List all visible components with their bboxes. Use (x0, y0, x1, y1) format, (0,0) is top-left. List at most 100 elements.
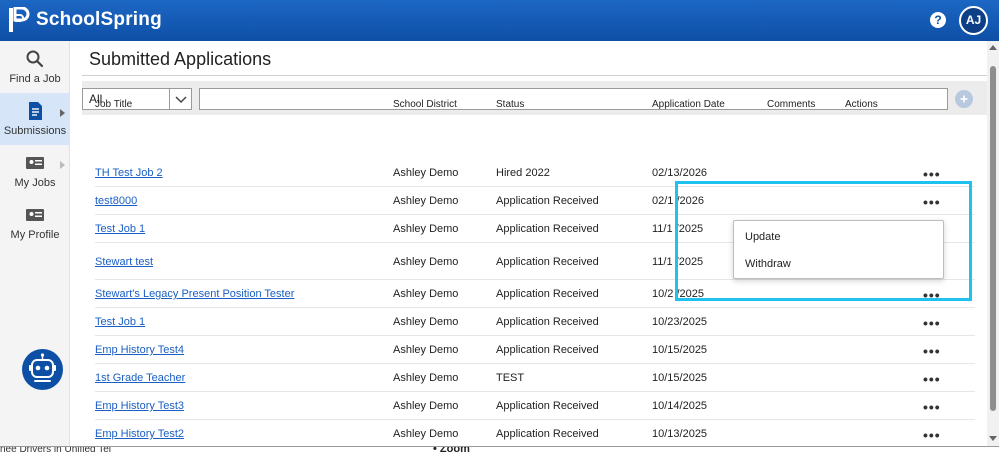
status-text: TEST (496, 372, 525, 384)
search-icon (26, 50, 44, 68)
sidebar-item-submissions[interactable]: Submissions (0, 93, 70, 145)
school-district: Ashley Demo (393, 400, 459, 412)
scroll-down-arrow-icon[interactable] (989, 436, 997, 441)
sidebar-item-my-jobs[interactable]: My Jobs (0, 145, 70, 197)
table-row: TH Test Job 2 Ashley Demo Hired 2022 02/… (95, 159, 975, 187)
application-date: 10/15/2025 (652, 344, 708, 356)
scrollbar-thumb[interactable] (990, 66, 996, 411)
sidebar-item-label: Submissions (3, 125, 67, 137)
menu-item-withdraw[interactable]: Withdraw (745, 258, 791, 270)
application-date: 11/1 /2025 (652, 256, 704, 268)
id-card-icon (26, 209, 44, 221)
status-text: Application Received (496, 316, 599, 328)
table-row: Emp History Test3 Ashley Demo Applicatio… (95, 392, 975, 420)
sidebar-item-label: My Jobs (14, 177, 56, 189)
help-icon[interactable]: ? (930, 12, 946, 28)
column-header-job-title[interactable]: Job Title (95, 99, 132, 110)
table-row: 1st Grade Teacher Ashley Demo TEST 10/15… (95, 364, 975, 392)
application-date: 11/1 /2025 (652, 223, 704, 235)
expand-arrow-icon (60, 161, 65, 169)
school-district: Ashley Demo (393, 372, 459, 384)
more-actions-icon[interactable]: ••• (923, 167, 941, 181)
job-title-link[interactable]: Stewart's Legacy Present Position Tester (95, 288, 294, 300)
app-name: SchoolSpring (36, 9, 162, 30)
more-actions-icon[interactable]: ••• (923, 288, 941, 302)
dropdown-button[interactable] (169, 89, 191, 109)
table-row: test8000 Ashley Demo Application Receive… (95, 187, 975, 215)
divider (82, 75, 987, 76)
more-actions-icon[interactable]: ••• (923, 316, 941, 330)
job-title-link[interactable]: Emp History Test2 (95, 428, 184, 440)
status-text: Application Received (496, 428, 599, 440)
status-text: Application Received (496, 288, 599, 300)
job-title-link[interactable]: test8000 (95, 195, 137, 207)
table-row: Stewart's Legacy Present Position Tester… (95, 280, 975, 308)
more-actions-icon[interactable]: ••• (923, 195, 941, 209)
table-row: Emp History Test4 Ashley Demo Applicatio… (95, 336, 975, 364)
job-title-link[interactable]: TH Test Job 2 (95, 167, 163, 179)
column-header-school-district[interactable]: School District (393, 99, 457, 110)
job-title-link[interactable]: Stewart test (95, 256, 153, 268)
status-text: Application Received (496, 195, 599, 207)
sidebar: Find a Job Submissions My Jobs My Profil… (0, 41, 70, 454)
document-icon (29, 102, 42, 120)
id-card-icon (26, 157, 44, 169)
status-text: Application Received (496, 344, 599, 356)
status-text: Application Received (496, 256, 599, 268)
school-district: Ashley Demo (393, 223, 459, 235)
scroll-up-arrow-icon[interactable] (989, 45, 997, 50)
sidebar-item-my-profile[interactable]: My Profile (0, 197, 70, 249)
status-text: Hired 2022 (496, 167, 550, 179)
job-title-link[interactable]: 1st Grade Teacher (95, 372, 185, 384)
robot-icon (29, 353, 56, 382)
actions-context-menu: Update Withdraw (733, 220, 944, 279)
sidebar-item-label: My Profile (10, 229, 60, 241)
school-district: Ashley Demo (393, 316, 459, 328)
column-header-application-date[interactable]: Application Date (652, 99, 725, 110)
sidebar-item-label: Find a Job (9, 73, 61, 85)
school-district: Ashley Demo (393, 428, 459, 440)
plus-circle-icon (960, 95, 968, 103)
background-text: nee Drivers in Unified Tel (0, 446, 111, 454)
school-district: Ashley Demo (393, 288, 459, 300)
job-title-link[interactable]: Test Job 1 (95, 223, 145, 235)
job-title-link[interactable]: Test Job 1 (95, 316, 145, 328)
school-district: Ashley Demo (393, 195, 459, 207)
table-row: Test Job 1 Ashley Demo Application Recei… (95, 308, 975, 336)
application-date: 02/13/2026 (652, 167, 708, 179)
application-date: 10/15/2025 (652, 372, 708, 384)
application-date: 02/1 /2026 (652, 195, 704, 207)
more-actions-icon[interactable]: ••• (923, 344, 941, 358)
school-district: Ashley Demo (393, 256, 459, 268)
job-title-link[interactable]: Emp History Test3 (95, 400, 184, 412)
school-district: Ashley Demo (393, 167, 459, 179)
schoolspring-logo-icon (9, 7, 30, 32)
vertical-scrollbar[interactable] (987, 41, 999, 446)
job-title-link[interactable]: Emp History Test4 (95, 344, 184, 356)
search-input[interactable] (199, 88, 948, 110)
application-date: 10/13/2025 (652, 428, 708, 440)
more-actions-icon[interactable]: ••• (923, 372, 941, 386)
table-row: Emp History Test2 Ashley Demo Applicatio… (95, 420, 975, 446)
column-header-status[interactable]: Status (496, 99, 524, 110)
background-page-strip: nee Drivers in Unified Tel • Zoom (0, 446, 999, 454)
more-actions-icon[interactable]: ••• (923, 428, 941, 442)
background-zoom-text: • Zoom (433, 446, 470, 454)
column-header-actions: Actions (845, 99, 878, 110)
column-header-comments: Comments (767, 99, 816, 110)
top-navigation-bar: SchoolSpring ? AJ (0, 0, 999, 41)
application-date: 10/14/2025 (652, 400, 708, 412)
menu-item-update[interactable]: Update (745, 231, 780, 243)
user-avatar[interactable]: AJ (959, 6, 988, 35)
sidebar-item-find-a-job[interactable]: Find a Job (0, 41, 70, 93)
status-text: Application Received (496, 400, 599, 412)
schoolspring-logo[interactable]: SchoolSpring (8, 7, 162, 33)
chatbot-button[interactable] (22, 349, 63, 390)
more-actions-icon[interactable]: ••• (923, 400, 941, 414)
expand-arrow-icon (60, 109, 65, 117)
application-date: 10/2 /2025 (652, 288, 704, 300)
status-text: Application Received (496, 223, 599, 235)
chevron-down-icon (175, 96, 187, 104)
search-button[interactable] (955, 90, 973, 108)
page-title: Submitted Applications (89, 49, 272, 69)
